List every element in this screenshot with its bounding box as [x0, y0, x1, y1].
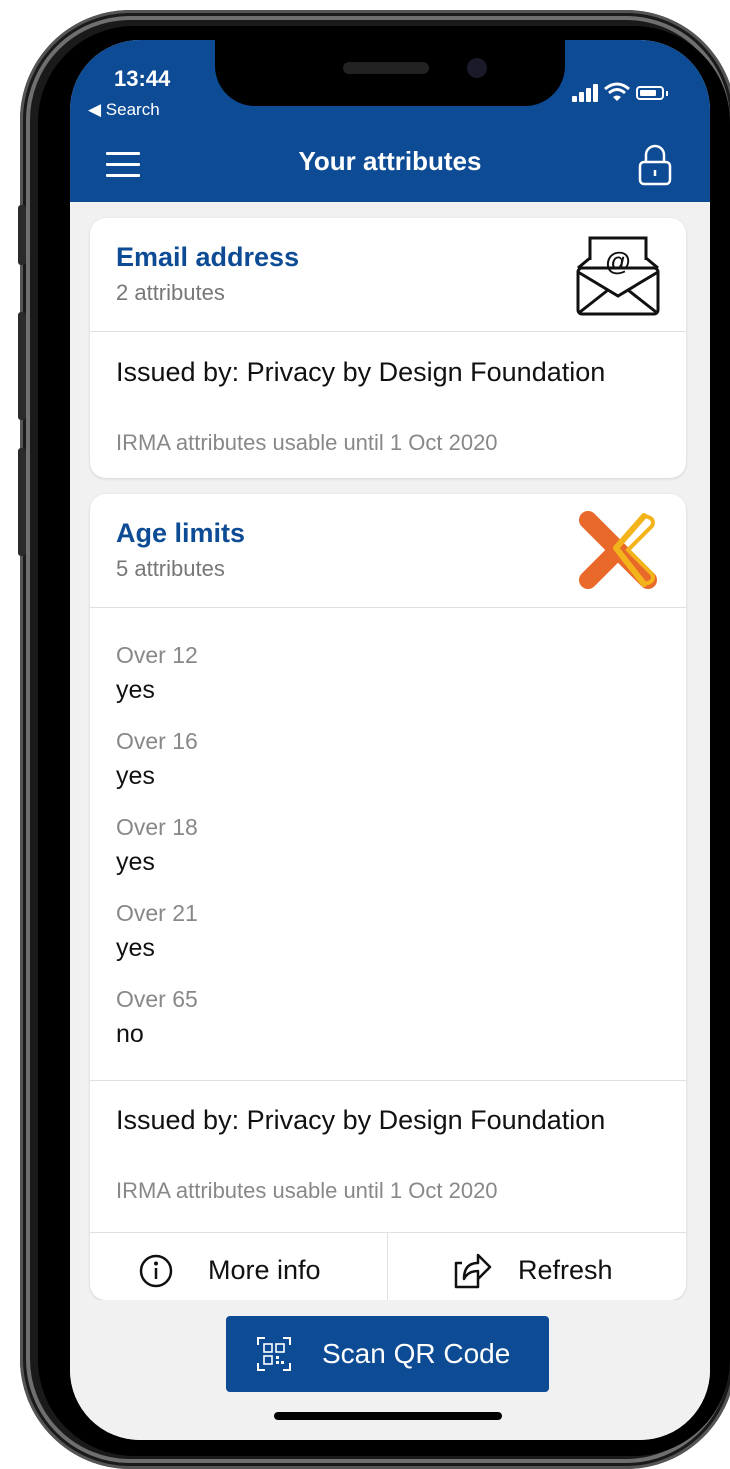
attribute-value: yes [116, 762, 155, 790]
refresh-label: Refresh [518, 1255, 613, 1285]
home-indicator [274, 1412, 502, 1420]
email-address-card[interactable]: Email address 2 attributes @ Issued by: … [90, 218, 686, 478]
page-title: Your attributes [298, 146, 482, 176]
volume-up-button [18, 312, 26, 420]
app-header: 13:44 ◀ Search Your attributes [70, 40, 710, 202]
card-title: Age limits [116, 518, 246, 548]
validity-text: IRMA attributes usable until 1 Oct 2020 [116, 1178, 498, 1203]
more-info-label: More info [208, 1255, 321, 1285]
attribute-label: Over 65 [116, 986, 198, 1012]
info-icon [139, 1254, 173, 1288]
card-title: Email address [116, 242, 300, 272]
attribute-label: Over 12 [116, 642, 198, 668]
notch [215, 40, 565, 106]
lock-icon[interactable] [638, 144, 672, 186]
scan-qr-code-label: Scan QR Code [322, 1338, 511, 1369]
mute-switch [18, 205, 26, 265]
more-info-button[interactable]: More info [90, 1233, 387, 1300]
age-limits-logo-icon [579, 511, 657, 589]
attribute-value: yes [116, 848, 155, 876]
card-header: Email address 2 attributes @ [90, 218, 686, 332]
validity-text: IRMA attributes usable until 1 Oct 2020 [116, 430, 498, 455]
issuer-text: Issued by: Privacy by Design Foundation [116, 1105, 606, 1135]
status-icons [572, 82, 672, 104]
phone-screen: 13:44 ◀ Search Your attributes Email add… [70, 40, 710, 1440]
email-envelope-icon: @ [576, 236, 660, 316]
wifi-icon [604, 82, 630, 101]
attribute-value: no [116, 1020, 144, 1048]
volume-down-button [18, 448, 26, 556]
card-subtitle: 5 attributes [116, 556, 225, 581]
signal-icon [572, 82, 598, 102]
card-header: Age limits 5 attributes [90, 494, 686, 608]
battery-icon [636, 86, 664, 100]
refresh-button[interactable]: Refresh [388, 1233, 685, 1300]
attribute-label: Over 18 [116, 814, 198, 840]
card-action-bar: More info Refresh [90, 1232, 686, 1300]
card-subtitle: 2 attributes [116, 280, 225, 305]
scan-qr-code-button[interactable]: Scan QR Code [226, 1316, 549, 1392]
back-to-search-link[interactable]: ◀ Search [88, 100, 160, 120]
issuer-text: Issued by: Privacy by Design Foundation [116, 357, 606, 387]
status-time: 13:44 [114, 66, 171, 91]
attribute-label: Over 16 [116, 728, 198, 754]
svg-text:@: @ [605, 246, 630, 276]
attribute-value: yes [116, 676, 155, 704]
attribute-value: yes [116, 934, 155, 962]
qr-code-icon [257, 1337, 291, 1371]
divider [90, 1080, 686, 1081]
age-limits-card[interactable]: Age limits 5 attributes Over 12 yes Over… [90, 494, 686, 1300]
share-refresh-icon [454, 1253, 492, 1289]
attribute-label: Over 21 [116, 900, 198, 926]
